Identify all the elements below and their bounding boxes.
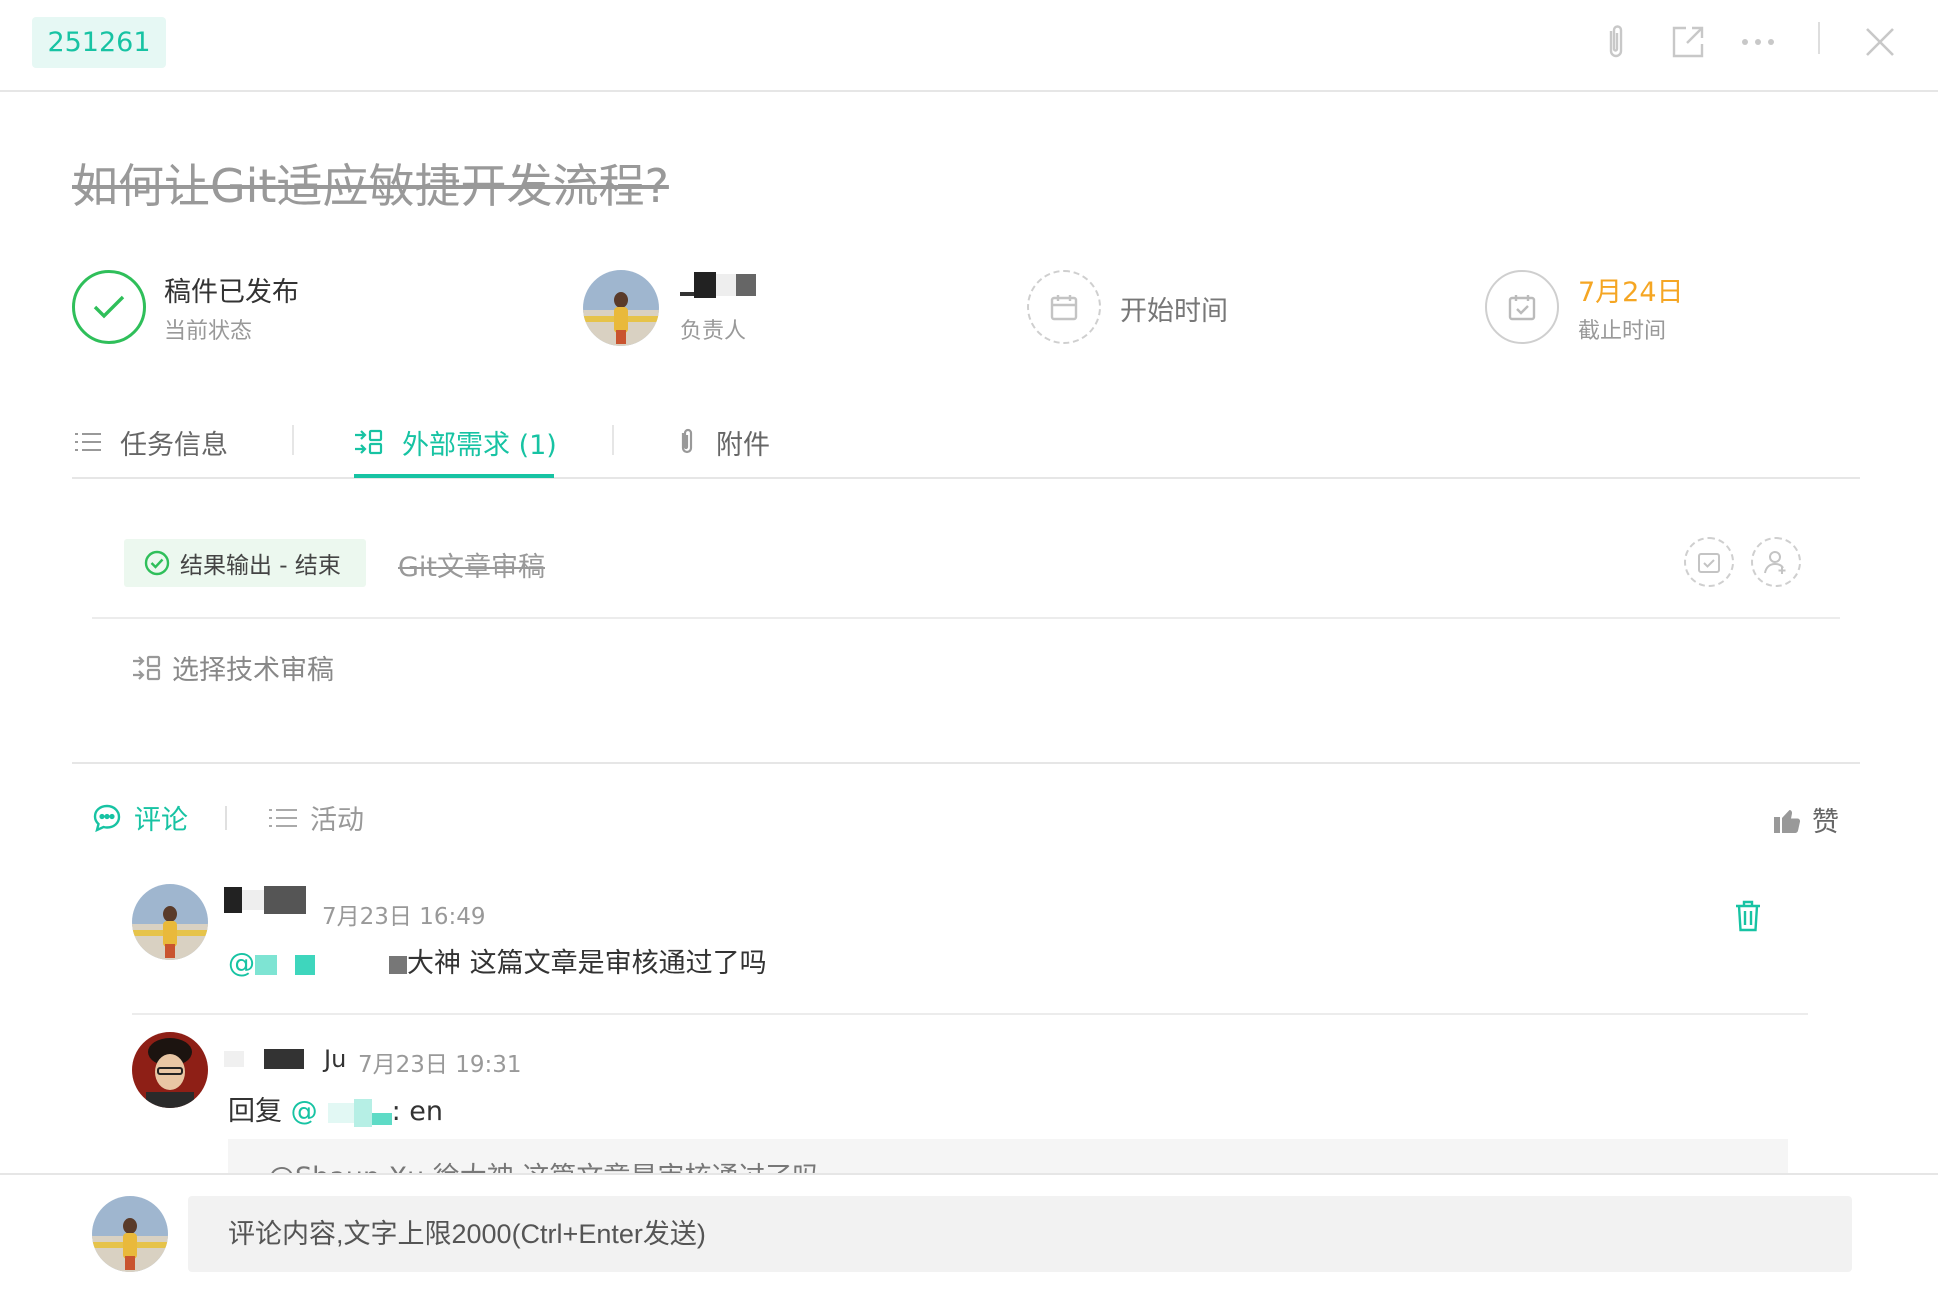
assignee-name-redacted bbox=[680, 268, 756, 299]
like-label: 赞 bbox=[1812, 807, 1839, 838]
more-icon[interactable] bbox=[1734, 18, 1782, 66]
start-time-label[interactable]: 开始时间 bbox=[1120, 289, 1228, 328]
due-date-value[interactable]: 7月24日 bbox=[1578, 270, 1684, 309]
current-user-avatar[interactable] bbox=[92, 1196, 168, 1272]
comment-body: @ 大神 这篇文章是审核通过了吗 bbox=[228, 941, 767, 980]
reply-prefix: 回复 bbox=[228, 1096, 282, 1127]
close-icon[interactable] bbox=[1856, 18, 1904, 66]
requirement-status-text: 结果输出 - 结束 bbox=[180, 553, 341, 579]
comment-text: : en bbox=[391, 1096, 443, 1127]
section-divider bbox=[72, 762, 1860, 764]
comment-author-redacted bbox=[224, 886, 306, 914]
tab-external-requirements-label: 外部需求 (1) bbox=[402, 429, 557, 461]
assign-user-icon[interactable] bbox=[1751, 537, 1801, 587]
requirement-flow-icon bbox=[354, 429, 384, 455]
like-button[interactable]: 赞 bbox=[1772, 800, 1839, 839]
tab-attachments[interactable]: 附件 bbox=[676, 422, 770, 462]
tab-task-info[interactable]: 任务信息 bbox=[74, 422, 228, 462]
comment-author-suffix: Ju bbox=[324, 1045, 347, 1073]
tab-task-info-label: 任务信息 bbox=[120, 429, 228, 461]
header-bar: 251261 bbox=[0, 0, 1938, 92]
paperclip-icon bbox=[676, 428, 698, 456]
requirement-flow-icon bbox=[132, 655, 162, 681]
comment-avatar[interactable] bbox=[132, 1032, 208, 1108]
requirement-status-badge[interactable]: 结果输出 - 结束 bbox=[124, 539, 366, 587]
select-tech-review-label: 选择技术审稿 bbox=[172, 655, 334, 686]
check-circle-icon bbox=[144, 550, 170, 576]
trash-icon[interactable] bbox=[1733, 899, 1763, 937]
comment-body: 回复 @ : en bbox=[228, 1089, 443, 1128]
tab-divider bbox=[225, 806, 227, 830]
assignee-label: 负责人 bbox=[680, 319, 747, 344]
start-calendar-icon[interactable] bbox=[1027, 270, 1101, 344]
tab-activity-label: 活动 bbox=[310, 805, 364, 836]
tab-attachments-label: 附件 bbox=[716, 429, 770, 461]
tab-comments[interactable]: 评论 bbox=[92, 798, 188, 837]
comment-divider bbox=[132, 1013, 1808, 1015]
comment-text: 大神 这篇文章是审核通过了吗 bbox=[407, 948, 767, 979]
due-date-label: 截止时间 bbox=[1578, 319, 1667, 344]
open-external-icon[interactable] bbox=[1664, 18, 1712, 66]
list-icon bbox=[268, 807, 298, 829]
select-tech-review-link[interactable]: 选择技术审稿 bbox=[132, 648, 334, 687]
header-divider bbox=[1818, 22, 1820, 54]
mark-done-icon[interactable] bbox=[1684, 537, 1734, 587]
comment-input[interactable] bbox=[188, 1196, 1852, 1272]
comment-time: 7月23日 16:49 bbox=[322, 904, 486, 930]
due-calendar-icon[interactable] bbox=[1485, 270, 1559, 344]
tabs-baseline bbox=[72, 477, 1860, 479]
row-divider bbox=[92, 617, 1840, 619]
tab-comments-label: 评论 bbox=[134, 805, 188, 836]
paperclip-icon[interactable] bbox=[1592, 18, 1640, 66]
status-value: 稿件已发布 bbox=[164, 277, 299, 308]
tab-divider bbox=[292, 425, 294, 455]
active-tab-indicator bbox=[354, 474, 554, 478]
task-title[interactable]: 如何让Git适应敏捷开发流程? bbox=[72, 150, 669, 216]
tab-divider bbox=[612, 425, 614, 455]
task-id-badge[interactable]: 251261 bbox=[32, 17, 166, 68]
requirement-title[interactable]: Git文章审稿 bbox=[398, 545, 545, 584]
status-label: 当前状态 bbox=[164, 319, 253, 344]
comment-author: Ju bbox=[224, 1045, 346, 1073]
comment-avatar[interactable] bbox=[132, 884, 208, 960]
tab-activity[interactable]: 活动 bbox=[268, 798, 364, 837]
comment-time: 7月23日 19:31 bbox=[358, 1052, 522, 1078]
quoted-comment: @Shaun Xu 徐大神 这篇文章是审核通过了吗 bbox=[228, 1139, 1788, 1175]
status-check-icon[interactable] bbox=[72, 270, 146, 344]
comment-mention[interactable]: @ bbox=[291, 1096, 318, 1127]
quoted-comment-text: @Shaun Xu 徐大神 这篇文章是审核通过了吗 bbox=[268, 1155, 819, 1175]
comment-mention[interactable]: @ bbox=[228, 948, 255, 979]
comment-bubble-icon bbox=[92, 803, 122, 833]
tab-external-requirements[interactable]: 外部需求 (1) bbox=[354, 422, 557, 462]
assignee-avatar[interactable] bbox=[583, 270, 659, 346]
thumbs-up-icon bbox=[1772, 805, 1802, 835]
list-icon bbox=[74, 431, 102, 453]
